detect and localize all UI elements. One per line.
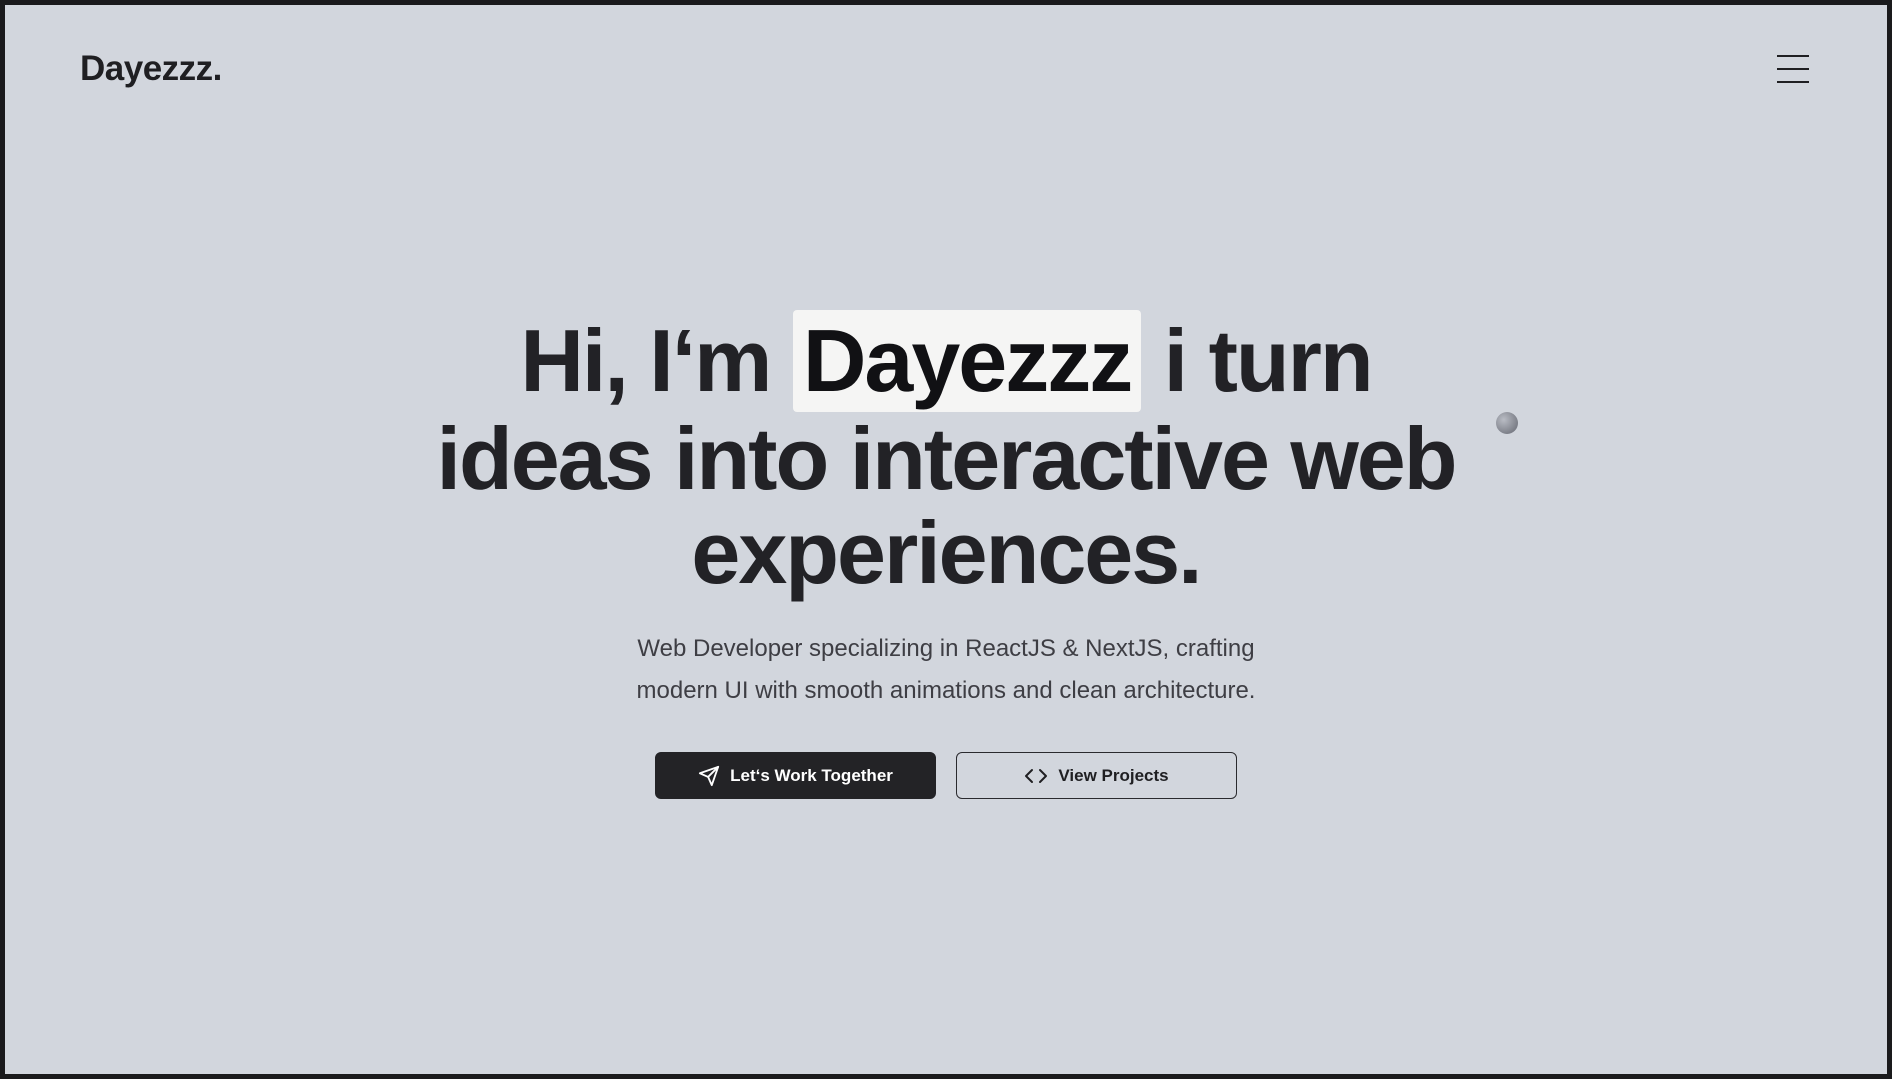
menu-bar-bottom [1777,81,1809,83]
headline-name-highlight: Dayezzz [792,310,1142,412]
page: Dayezzz. Hi, I‘m Dayezzz i turn ideas in… [5,5,1887,1074]
hamburger-menu-icon[interactable] [1777,55,1809,83]
headline-turn: i turn [1141,311,1374,410]
hero-buttons: Let‘s Work Together View Projects [5,752,1887,799]
view-projects-button[interactable]: View Projects [956,752,1237,799]
work-together-button[interactable]: Let‘s Work Together [655,752,936,799]
code-icon [1024,766,1048,786]
send-icon [698,765,720,787]
headline-greeting: Hi, I‘m [520,311,793,410]
headline-line-3: experiences. [691,503,1202,602]
work-together-label: Let‘s Work Together [730,765,893,785]
subtitle-line-2: modern UI with smooth animations and cle… [636,677,1256,704]
menu-bar-middle [1777,68,1809,70]
hero-subtitle: Web Developer specializing in ReactJS & … [5,628,1887,712]
headline-line-1: Hi, I‘m Dayezzz i turn [520,310,1374,412]
logo[interactable]: Dayezzz. [80,49,222,89]
hero-headline: Hi, I‘m Dayezzz i turn ideas into intera… [5,310,1887,600]
view-projects-label: View Projects [1058,765,1169,785]
hero-section: Hi, I‘m Dayezzz i turn ideas into intera… [5,310,1887,799]
headline-line-2: ideas into interactive web [436,409,1458,508]
subtitle-line-1: Web Developer specializing in ReactJS & … [637,635,1255,662]
menu-bar-top [1777,55,1809,57]
